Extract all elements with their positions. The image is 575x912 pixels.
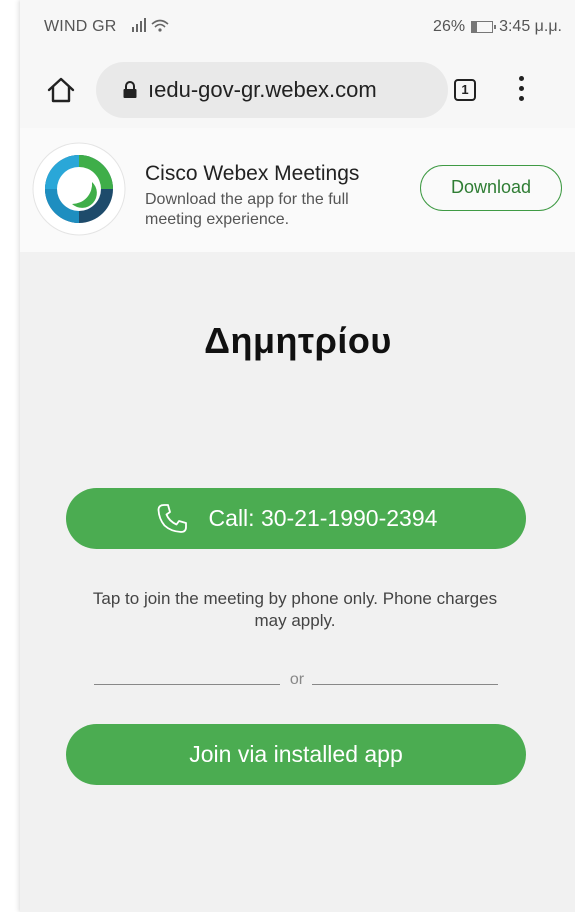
divider-left (94, 684, 280, 685)
call-button-label: Call: 30-21-1990-2394 (208, 505, 438, 531)
battery-percent: 26% (433, 18, 466, 35)
carrier-label: WIND GR (44, 18, 117, 35)
banner-app-description: Download the app for the full meeting ex… (145, 191, 349, 228)
host-name-title: Δημητρίου (204, 320, 392, 361)
url-text[interactable]: ıedu-gov-gr.webex.com (148, 77, 377, 103)
app-install-banner: Cisco Webex Meetings Download the app fo… (20, 128, 575, 252)
home-icon[interactable] (46, 76, 76, 104)
lock-icon (123, 81, 137, 98)
browser-toolbar: ıedu-gov-gr.webex.com 1 (20, 52, 575, 128)
banner-app-title: Cisco Webex Meetings (145, 162, 360, 185)
or-separator: or (289, 671, 305, 688)
webex-logo-icon (32, 142, 126, 236)
download-button[interactable]: Download (420, 165, 562, 211)
phone-charges-note: Tap to join the meeting by phone only. P… (92, 589, 498, 630)
menu-icon[interactable] (516, 76, 526, 106)
clock: 3:45 μ.μ. (499, 18, 562, 35)
battery-icon (471, 21, 497, 33)
divider-right (312, 684, 498, 685)
phone-screen: WIND GR 26% 3:45 μ.μ. ıedu-gov-gr.webex.… (20, 0, 575, 912)
signal-wifi-icon (130, 16, 170, 37)
status-right: 26% 3:45 μ.μ. (433, 18, 562, 36)
call-button[interactable]: Call: 30-21-1990-2394 (66, 488, 526, 549)
phone-icon (157, 503, 187, 533)
status-bar: WIND GR 26% 3:45 μ.μ. (20, 0, 575, 52)
join-via-app-button[interactable]: Join via installed app (66, 724, 526, 785)
tabs-icon[interactable]: 1 (454, 79, 476, 101)
address-bar[interactable]: ıedu-gov-gr.webex.com (96, 62, 448, 118)
